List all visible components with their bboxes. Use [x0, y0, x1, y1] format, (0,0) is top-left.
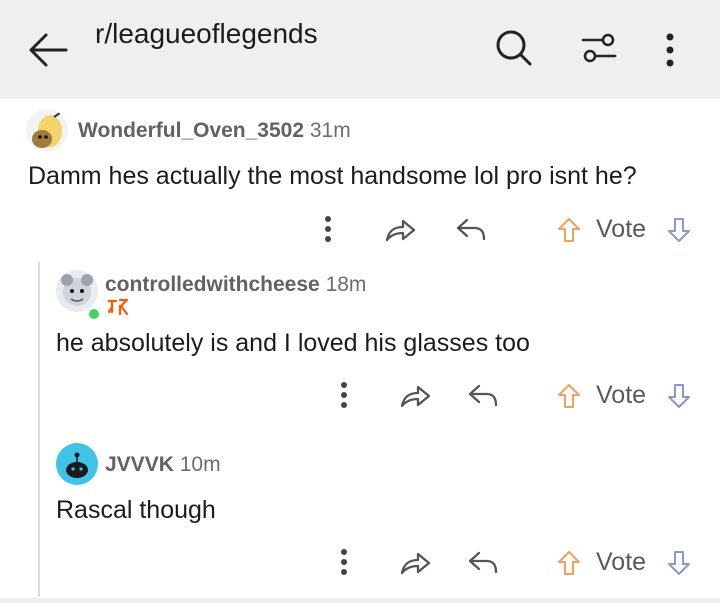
comment-body: Damm hes actually the most handsome lol …	[28, 162, 637, 190]
share-icon[interactable]	[383, 216, 417, 244]
online-status-dot	[87, 307, 101, 321]
vote-count: Vote	[596, 548, 647, 576]
upvote-icon[interactable]	[556, 216, 582, 244]
upvote-icon[interactable]	[556, 549, 582, 577]
username[interactable]: Wonderful_Oven_3502	[78, 119, 304, 142]
comment-author[interactable]: controlledwithcheese 18m	[105, 273, 366, 297]
snoo-avatar-icon	[32, 112, 62, 148]
comment-actions: Vote	[0, 212, 720, 248]
more-options-icon[interactable]	[334, 378, 354, 414]
upvote-icon[interactable]	[556, 382, 582, 410]
share-icon[interactable]	[398, 549, 432, 577]
comment: Wonderful_Oven_3502 31m Damm hes actuall…	[0, 0, 720, 260]
comment-actions: Vote	[0, 545, 720, 581]
snoo-avatar-icon	[61, 274, 93, 306]
comment-body: he absolutely is and I loved his glasses…	[56, 329, 530, 357]
vote-count: Vote	[596, 215, 647, 243]
downvote-icon[interactable]	[666, 216, 692, 244]
reply-icon[interactable]	[455, 217, 487, 243]
username[interactable]: JVVVK	[105, 453, 174, 476]
username[interactable]: controlledwithcheese	[105, 273, 320, 296]
share-icon[interactable]	[398, 382, 432, 410]
bottom-divider	[0, 598, 720, 603]
avatar[interactable]	[56, 443, 98, 485]
avatar[interactable]	[26, 109, 68, 151]
reply-icon[interactable]	[467, 383, 499, 409]
reply-icon[interactable]	[467, 550, 499, 576]
comment-actions: Vote	[0, 378, 720, 414]
timestamp: 18m	[325, 273, 367, 296]
downvote-icon[interactable]	[666, 549, 692, 577]
more-options-icon[interactable]	[334, 545, 354, 581]
more-options-icon[interactable]	[318, 212, 338, 248]
comment-author[interactable]: Wonderful_Oven_3502 31m	[78, 119, 351, 143]
timestamp: 10m	[179, 453, 221, 476]
snoo-avatar-icon	[66, 452, 88, 478]
fnatic-flair-icon	[107, 298, 129, 316]
comment-author[interactable]: JVVVK 10m	[105, 453, 221, 477]
timestamp: 31m	[309, 119, 351, 142]
vote-count: Vote	[596, 381, 647, 409]
comment-body: Rascal though	[56, 496, 216, 524]
downvote-icon[interactable]	[666, 382, 692, 410]
avatar[interactable]	[56, 270, 98, 312]
